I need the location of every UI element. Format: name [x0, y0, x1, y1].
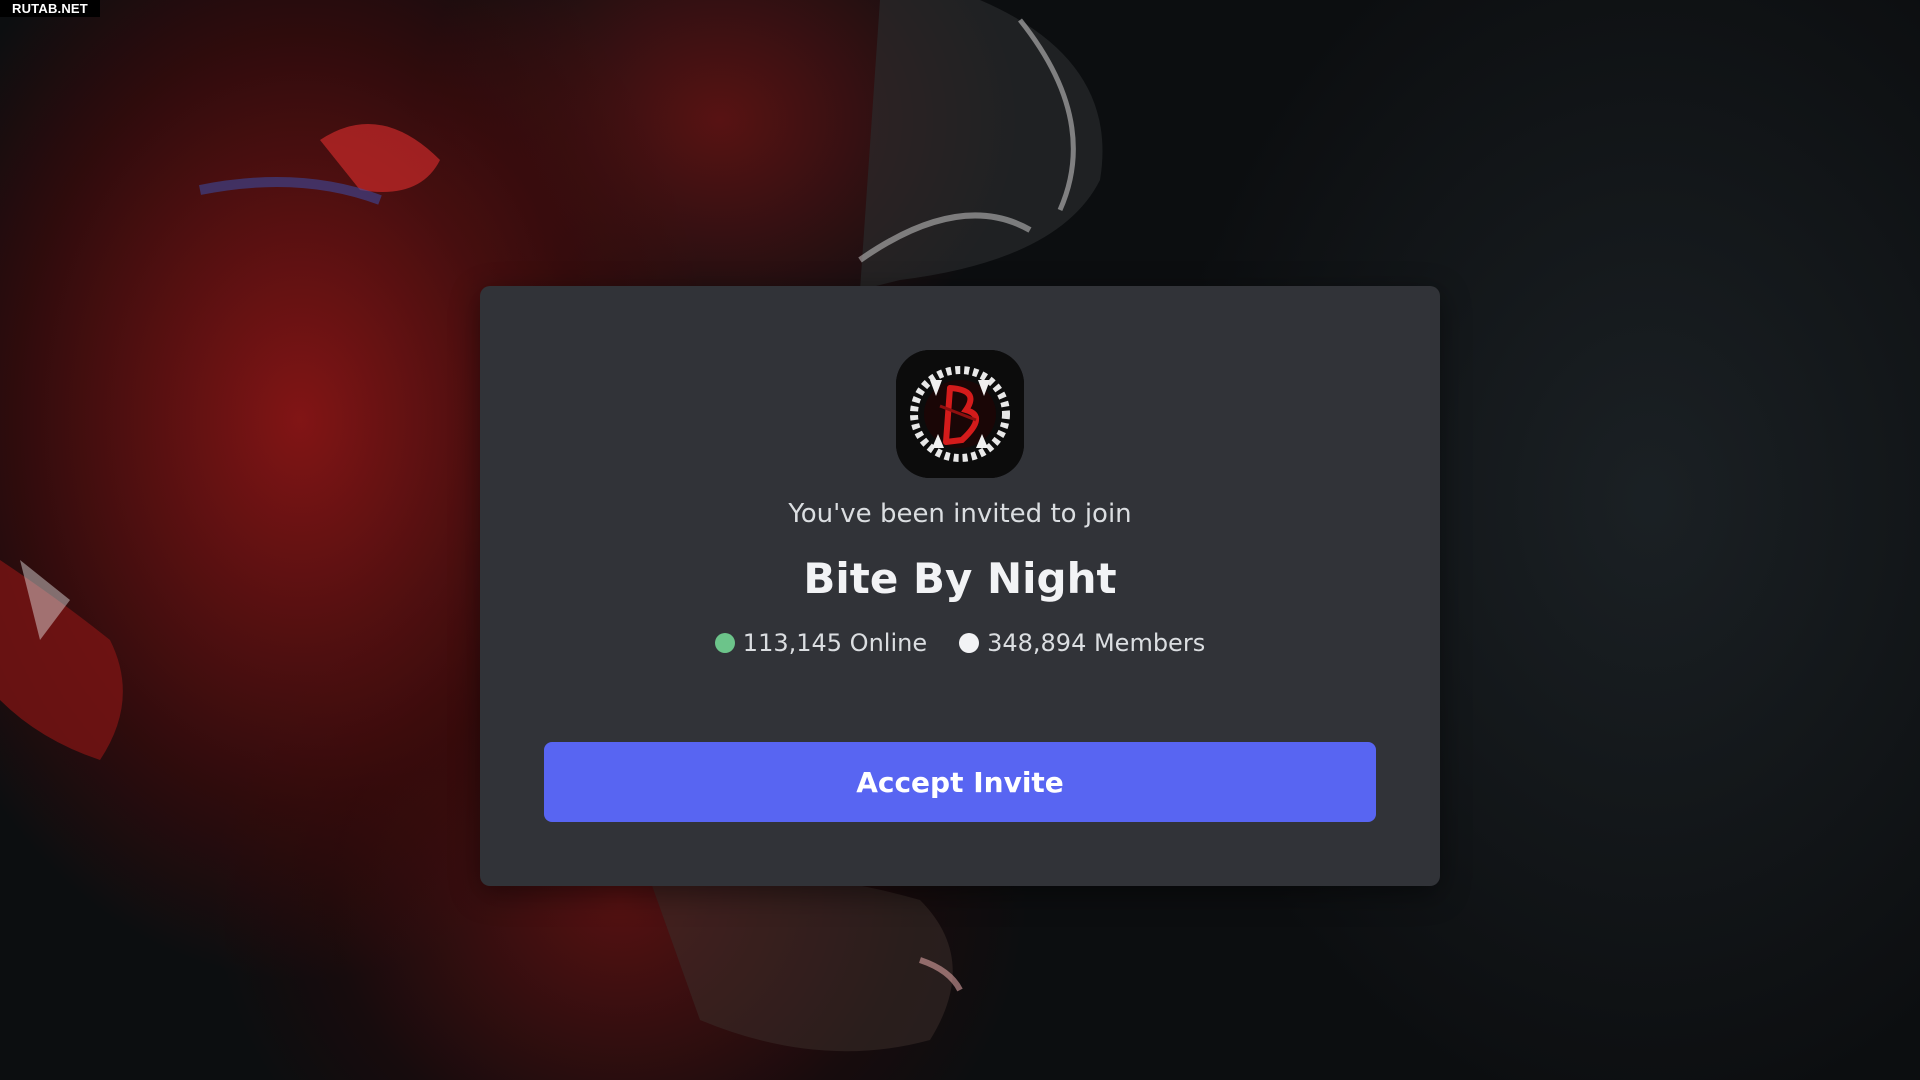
members-stat: 348,894 Members — [959, 626, 1205, 660]
online-stat: 113,145 Online — [714, 626, 928, 660]
invite-page: RUTAB.NET You've been invited to join Bi… — [0, 0, 1920, 1080]
watermark-label: RUTAB.NET — [0, 0, 100, 17]
invite-card: You've been invited to join Bite By Nigh… — [480, 286, 1440, 886]
server-logo-icon — [896, 350, 1024, 478]
server-name: Bite By Night — [803, 554, 1117, 603]
accept-invite-button[interactable]: Accept Invite — [544, 742, 1376, 822]
member-count: 348,894 Members — [987, 629, 1206, 657]
online-dot-icon — [714, 633, 735, 653]
server-stats: 113,145 Online 348,894 Members — [480, 626, 1440, 660]
server-logo-graphic — [896, 350, 1024, 478]
online-count: 113,145 Online — [742, 629, 928, 657]
members-dot-icon — [959, 633, 980, 653]
invite-intro-text: You've been invited to join — [788, 499, 1132, 529]
